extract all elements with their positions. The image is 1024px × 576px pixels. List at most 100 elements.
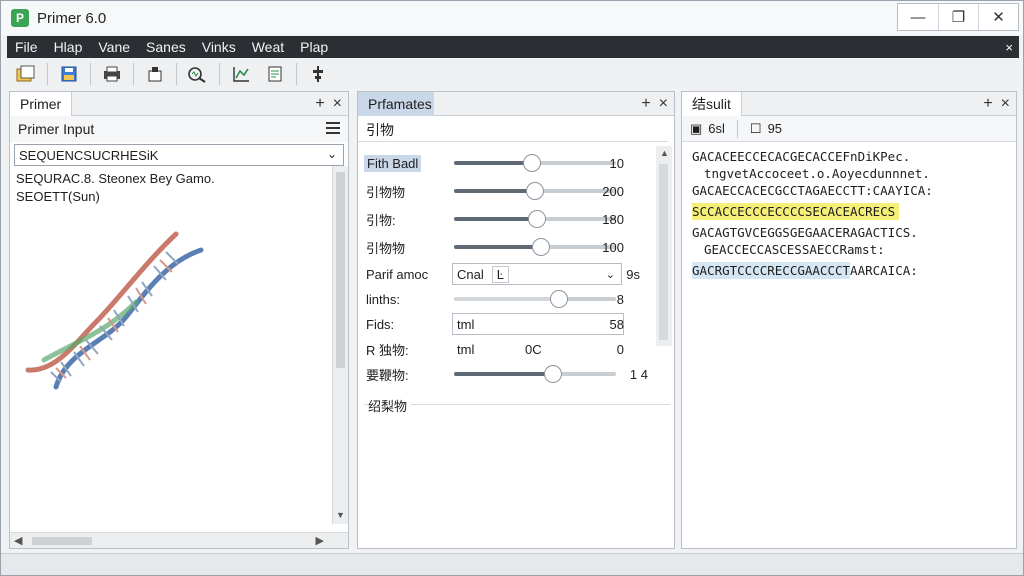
add-icon[interactable]: + xyxy=(641,95,650,113)
param-label: Fids: xyxy=(366,316,395,332)
scrollbar-thumb[interactable] xyxy=(659,164,668,340)
print-icon[interactable] xyxy=(99,62,125,86)
results-tool-1[interactable]: 6sl xyxy=(708,121,725,136)
status-bar xyxy=(1,553,1023,575)
primer-panel-header: Primer + × xyxy=(10,91,348,116)
toolbar-separator xyxy=(176,63,177,85)
param-row: Fith Badl 10 xyxy=(364,152,654,174)
scroll-down-icon[interactable]: ▼ xyxy=(336,510,345,520)
param-label: 引物物 xyxy=(366,184,406,200)
sequence-select[interactable]: SEQUENCSUCRHESiK ⌄ xyxy=(14,144,344,166)
result-line: GACAECCACECGCCTAGAECCTT:CAAYICA: xyxy=(692,183,933,198)
horizontal-scrollbar[interactable]: ◀ ▶ xyxy=(10,532,348,548)
menu-bar: File Hlap Vane Sanes Vinks Weat Plap × xyxy=(7,36,1019,58)
sequence-select-value: SEQUENCSUCRHESiK xyxy=(19,147,159,163)
menu-weat[interactable]: Weat xyxy=(244,39,292,55)
slider-knob[interactable] xyxy=(532,238,551,256)
input-value: 0C xyxy=(525,341,542,357)
vertical-scrollbar[interactable]: ▲ xyxy=(656,146,672,346)
menu-sanes[interactable]: Sanes xyxy=(138,39,194,55)
param-row: linths: 8 xyxy=(364,288,654,310)
scroll-right-icon[interactable]: ▶ xyxy=(316,534,324,547)
slider-knob[interactable] xyxy=(522,154,541,172)
align-icon[interactable] xyxy=(305,62,331,86)
param-slider[interactable] xyxy=(454,290,616,308)
open-folder-icon[interactable] xyxy=(13,62,39,86)
param-row: 要鞭物: 1 4 xyxy=(364,363,654,385)
app-title: Primer 6.0 xyxy=(37,9,107,27)
primer-input-title: Primer Input xyxy=(18,121,95,137)
results-view-icon[interactable]: ▣ xyxy=(690,121,702,137)
primer-panel: Primer + × Primer Input SEQUENCSUCRHESiK… xyxy=(9,91,349,549)
graph-icon[interactable] xyxy=(228,62,254,86)
result-line-highlighted[interactable]: SCCACCECCCECCCCSECACEACRECS xyxy=(692,203,900,220)
minimize-button[interactable]: — xyxy=(898,4,938,30)
tab-parameters[interactable]: Prfamates xyxy=(358,91,434,116)
param-row: 引物物 200 xyxy=(364,180,654,202)
param-row: R 独物: tml 0C 0 xyxy=(364,338,654,360)
export-icon[interactable] xyxy=(142,62,168,86)
results-tool-2[interactable]: 95 xyxy=(768,121,782,136)
menu-vinks[interactable]: Vinks xyxy=(194,39,244,55)
tab-results[interactable]: 结sulit xyxy=(682,91,742,116)
param-dropdown[interactable]: Cnal Ŀ ⌄ xyxy=(452,263,622,285)
vertical-scrollbar[interactable]: ▼ xyxy=(332,166,348,524)
tab-primer[interactable]: Primer xyxy=(10,91,73,116)
param-slider[interactable] xyxy=(454,238,616,256)
param-row: 引物: 180 xyxy=(364,208,654,230)
menu-vane[interactable]: Vane xyxy=(90,39,138,55)
slider-knob[interactable] xyxy=(526,182,544,200)
param-slider[interactable] xyxy=(454,182,616,200)
param-row: Fids: tml 58 xyxy=(364,313,654,335)
close-icon[interactable]: × xyxy=(1001,95,1010,113)
save-icon[interactable] xyxy=(56,62,82,86)
slider-knob[interactable] xyxy=(543,365,562,383)
param-row: 引物物 100 xyxy=(364,236,654,258)
scroll-left-icon[interactable]: ◀ xyxy=(14,534,22,547)
param-slider[interactable] xyxy=(454,154,616,172)
toolbar-separator xyxy=(47,63,48,85)
close-icon[interactable]: × xyxy=(333,95,342,113)
scrollbar-thumb[interactable] xyxy=(32,537,92,545)
menu-icon[interactable] xyxy=(326,122,340,134)
param-value: 9s xyxy=(626,266,640,282)
title-bar: P Primer 6.0 — ❐ ✕ xyxy=(1,1,1023,35)
close-button[interactable]: ✕ xyxy=(978,4,1018,30)
param-label: linths: xyxy=(366,291,400,307)
param-input[interactable]: tml 0C xyxy=(452,338,624,360)
param-slider[interactable] xyxy=(454,210,616,228)
param-value: 100 xyxy=(602,239,624,255)
param-value: 10 xyxy=(609,155,624,171)
result-line: tngvetAccoceet.o.Aoyecdunnnet. xyxy=(704,166,930,181)
menu-file[interactable]: File xyxy=(7,39,46,55)
result-line: GEACCECCASCESSAECCRamst: xyxy=(704,242,885,257)
report-icon[interactable] xyxy=(262,62,288,86)
slider-knob[interactable] xyxy=(550,290,569,308)
checkbox-icon[interactable]: ☐ xyxy=(750,121,762,137)
window-controls: — ❐ ✕ xyxy=(897,3,1019,31)
toolbar-separator xyxy=(219,63,220,85)
chevron-down-icon: ⌄ xyxy=(326,147,337,161)
menu-plap[interactable]: Plap xyxy=(292,39,336,55)
close-icon[interactable]: × xyxy=(659,95,668,113)
param-input[interactable]: tml xyxy=(452,313,624,335)
add-icon[interactable]: + xyxy=(983,95,992,113)
param-value: 200 xyxy=(602,183,624,199)
scroll-up-icon[interactable]: ▲ xyxy=(660,148,669,158)
param-value: 0 xyxy=(616,341,624,357)
menu-close-icon[interactable]: × xyxy=(1005,40,1013,55)
sequence-line: SEOETT(Sun) xyxy=(16,189,100,204)
analyze-icon[interactable] xyxy=(185,62,211,86)
scrollbar-thumb[interactable] xyxy=(336,172,345,368)
toolbar-separator xyxy=(133,63,134,85)
result-line-highlighted[interactable]: GACRGTCCCCRECCGAACCCT xyxy=(692,262,851,279)
add-icon[interactable]: + xyxy=(315,95,324,113)
param-slider[interactable] xyxy=(454,365,616,383)
toolbar xyxy=(7,59,1019,89)
dropdown-value: Cnal xyxy=(457,266,484,282)
maximize-button[interactable]: ❐ xyxy=(938,4,978,30)
param-value: 58 xyxy=(609,316,624,332)
menu-hlap[interactable]: Hlap xyxy=(46,39,91,55)
slider-knob[interactable] xyxy=(527,210,546,228)
parameters-panel: Prfamates + × 引物 Fith Badl 10 引物物 200 引物… xyxy=(357,91,675,549)
